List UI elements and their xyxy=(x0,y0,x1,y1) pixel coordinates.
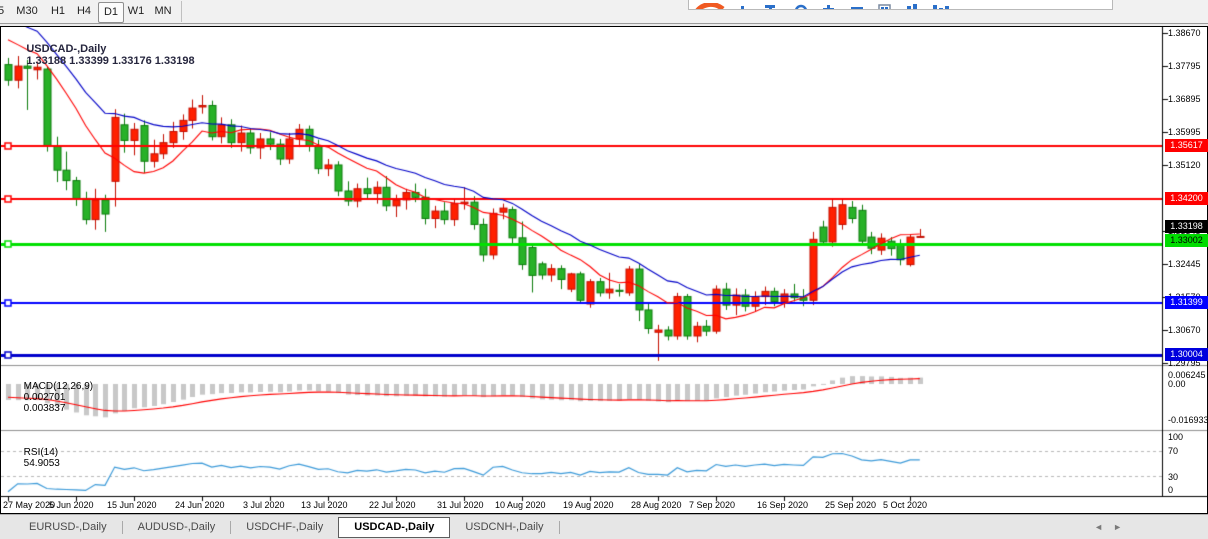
date-tick-label: 10 Aug 2020 xyxy=(495,500,546,511)
timeframe-button-w1[interactable]: W1 xyxy=(124,2,148,21)
broker-watermark-toolbar xyxy=(688,0,1113,10)
macd-axis-label: -0.016933 xyxy=(1168,414,1208,426)
date-tick-label: 5 Oct 2020 xyxy=(883,500,927,511)
rsi-axis-label: 70 xyxy=(1168,445,1208,457)
date-tick-label: 24 Jun 2020 xyxy=(175,500,225,511)
watermark-icons xyxy=(689,3,1112,10)
macd-indicator-label: MACD(12,26,9) 0.002701 0.003837 xyxy=(7,370,93,425)
price-tick-label: 1.36895 xyxy=(1168,93,1208,105)
tab-audusd-daily[interactable]: AUDUSD-,Daily xyxy=(123,518,231,537)
tab-usdcnh-daily[interactable]: USDCNH-,Daily xyxy=(450,518,558,537)
timeframe-button-m30[interactable]: M30 xyxy=(12,2,42,21)
timeframe-button-h4[interactable]: H4 xyxy=(72,2,96,21)
rsi-axis-label: 0 xyxy=(1168,484,1208,496)
date-tick-label: 28 Aug 2020 xyxy=(631,500,682,511)
chart-window: USDCAD-,Daily 1.33188 1.33399 1.33176 1.… xyxy=(0,26,1208,514)
timeframe-button-d1[interactable]: D1 xyxy=(98,2,124,23)
tab-eurusd-daily[interactable]: EURUSD-,Daily xyxy=(14,518,122,537)
price-level-badge: 1.34200 xyxy=(1165,192,1208,205)
timeframe-button-mn[interactable]: MN xyxy=(150,2,176,21)
rsi-indicator-label: RSI(14) 54.9053 xyxy=(7,436,60,480)
symbol-tab-bar: EURUSD-,Daily AUDUSD-,Daily USDCHF-,Dail… xyxy=(0,514,1208,539)
date-tick-label: 31 Jul 2020 xyxy=(437,500,484,511)
price-level-badge: 1.30004 xyxy=(1165,348,1208,361)
price-tick-label: 1.37795 xyxy=(1168,60,1208,72)
chart-title: USDCAD-,Daily 1.33188 1.33399 1.33176 1.… xyxy=(8,31,195,79)
tab-scroll-left-icon[interactable]: ◄ xyxy=(1094,522,1113,532)
price-level-badge: 1.33198 xyxy=(1165,220,1208,233)
date-tick-label: 3 Jul 2020 xyxy=(243,500,285,511)
date-tick-label: 25 Sep 2020 xyxy=(825,500,876,511)
price-level-badge: 1.31399 xyxy=(1165,296,1208,309)
price-level-badge: 1.33002 xyxy=(1165,234,1208,247)
chart-ohlc-values: 1.33188 1.33399 1.33176 1.33198 xyxy=(26,55,194,67)
tab-divider xyxy=(559,521,560,534)
rsi-axis-label: 30 xyxy=(1168,471,1208,483)
price-chart-canvas[interactable] xyxy=(1,27,1207,513)
date-tick-label: 7 Sep 2020 xyxy=(689,500,735,511)
price-tick-label: 1.35120 xyxy=(1168,159,1208,171)
price-tick-label: 1.30670 xyxy=(1168,324,1208,336)
trading-terminal-window: 5 M30 H1 H4 D1 W1 MN USDCAD-,Daily 1.331… xyxy=(0,0,1208,539)
date-tick-label: 19 Aug 2020 xyxy=(563,500,614,511)
date-tick-label: 27 May 2020 xyxy=(3,500,55,511)
tab-scroll-right-icon[interactable]: ► xyxy=(1113,522,1132,532)
price-tick-label: 1.38670 xyxy=(1168,27,1208,39)
timeframe-button-m15-partial[interactable]: 5 xyxy=(0,2,8,21)
timeframe-button-h1[interactable]: H1 xyxy=(46,2,70,21)
toolbar-separator xyxy=(181,1,182,22)
date-tick-label: 22 Jul 2020 xyxy=(369,500,416,511)
tab-scroll-arrows: ◄► xyxy=(1094,522,1132,532)
rsi-axis-label: 100 xyxy=(1168,431,1208,443)
tab-usdchf-daily[interactable]: USDCHF-,Daily xyxy=(231,518,338,537)
price-tick-label: 1.32445 xyxy=(1168,258,1208,270)
date-tick-label: 16 Sep 2020 xyxy=(757,500,808,511)
macd-name: MACD(12,26,9) xyxy=(24,381,93,392)
macd-signal-value: 0.003837 xyxy=(24,403,66,414)
rsi-value: 54.9053 xyxy=(24,458,60,469)
date-tick-label: 15 Jun 2020 xyxy=(107,500,157,511)
price-tick-label: 1.35995 xyxy=(1168,126,1208,138)
chart-symbol-period: USDCAD-,Daily xyxy=(26,43,106,55)
macd-axis-label: 0.00 xyxy=(1168,378,1208,390)
price-level-badge: 1.35617 xyxy=(1165,139,1208,152)
date-tick-label: 5 Jun 2020 xyxy=(49,500,94,511)
rsi-name: RSI(14) xyxy=(24,447,58,458)
tab-usdcad-daily[interactable]: USDCAD-,Daily xyxy=(338,517,450,538)
macd-main-value: 0.002701 xyxy=(24,392,66,403)
date-tick-label: 13 Jul 2020 xyxy=(301,500,348,511)
